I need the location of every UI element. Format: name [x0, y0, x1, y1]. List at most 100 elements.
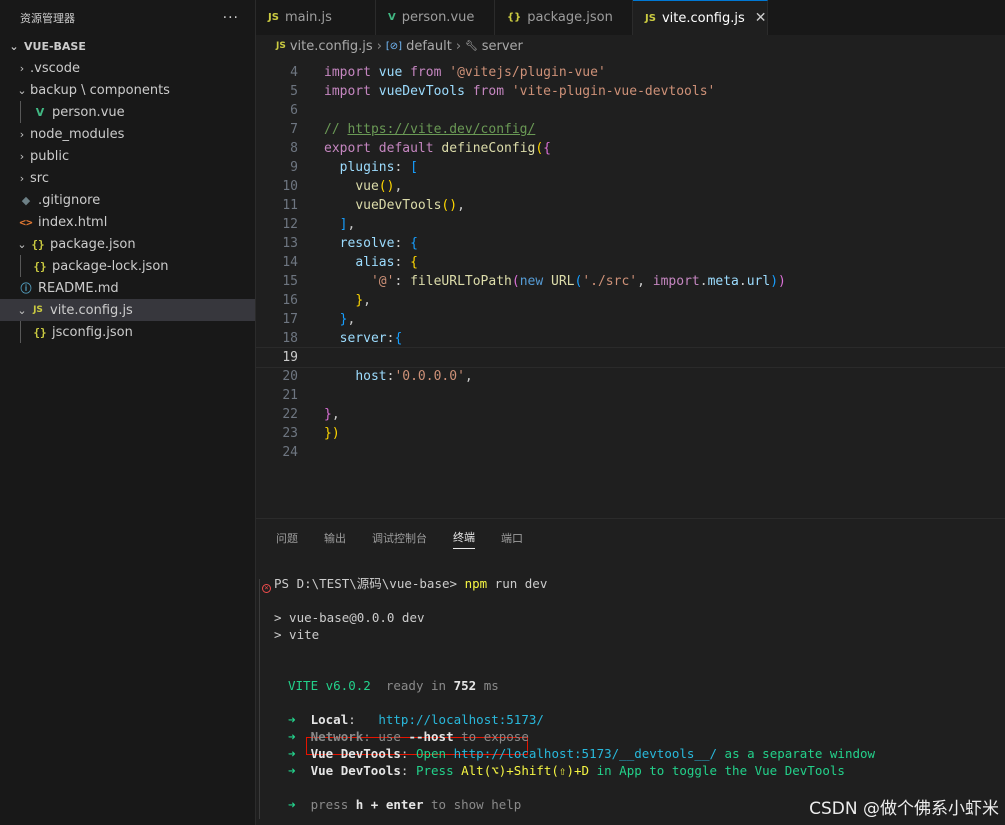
code-line[interactable]: 5 import vueDevTools from 'vite-plugin-vu…: [256, 82, 1005, 101]
code-text: },: [355, 293, 371, 308]
breadcrumb-default[interactable]: default: [406, 39, 452, 54]
chevron-down-icon: ⌄: [17, 237, 27, 251]
breadcrumb-separator-icon: ›: [455, 38, 462, 54]
file-type-icon: ⓘ: [20, 282, 32, 295]
code-text: server:{: [339, 331, 403, 346]
code-text: vueDevTools(),: [355, 198, 465, 213]
tree-item[interactable]: ⌄ {} package.json: [0, 233, 255, 255]
explorer-header: 资源管理器 ···: [0, 0, 255, 35]
breadcrumb-separator-icon: ›: [376, 38, 382, 54]
line-number: 14: [282, 255, 298, 270]
tree-item-label: package-lock.json: [52, 258, 169, 274]
code-line[interactable]: 18 server:{: [256, 329, 1005, 348]
tree-item[interactable]: › .vscode: [0, 57, 255, 79]
editor-tab[interactable]: JS vite.config.js ✕: [633, 0, 768, 35]
tree-item[interactable]: › public: [0, 145, 255, 167]
file-type-icon: V: [35, 105, 45, 119]
code-text: }): [324, 426, 340, 441]
project-root-folder[interactable]: ⌄ VUE-BASE: [0, 35, 255, 57]
chevron-right-icon: ›: [19, 149, 25, 163]
code-line[interactable]: 8 export default defineConfig({: [256, 139, 1005, 158]
file-type-icon: JS: [33, 305, 43, 315]
code-line[interactable]: 19: [256, 347, 1005, 368]
line-number: 10: [282, 179, 298, 194]
chevron-right-icon: ›: [19, 127, 25, 141]
panel-tab[interactable]: 终端: [453, 529, 475, 549]
tree-item-label: node_modules: [30, 126, 125, 142]
project-name: VUE-BASE: [24, 39, 86, 53]
panel-tab[interactable]: 问题: [276, 530, 298, 549]
code-line[interactable]: 17 },: [256, 310, 1005, 329]
code-line[interactable]: 11 vueDevTools(),: [256, 196, 1005, 215]
code-text: },: [324, 407, 340, 422]
editor-tab[interactable]: Vperson.vue: [376, 0, 495, 35]
file-tree: › .vscode ⌄ backup \ components Vperson.vue ›…: [0, 57, 255, 343]
code-line[interactable]: 13 resolve: {: [256, 234, 1005, 253]
code-text: import vueDevTools from 'vite-plugin-vue…: [324, 84, 716, 99]
tree-item[interactable]: ⓘ README.md: [0, 277, 255, 299]
indent-guide: [20, 101, 21, 123]
tab-label: vite.config.js: [661, 10, 745, 26]
line-number: 18: [282, 331, 298, 346]
panel-tab[interactable]: 输出: [324, 530, 346, 549]
terminal-line: ➜ press h + enter to show help: [288, 797, 522, 812]
line-number: 7: [290, 122, 298, 137]
tree-item[interactable]: ◆ .gitignore: [0, 189, 255, 211]
panel-tab[interactable]: 端口: [501, 530, 523, 549]
tree-item-label: index.html: [38, 214, 108, 230]
close-tab-icon[interactable]: ✕: [755, 10, 767, 26]
breadcrumb-server[interactable]: server: [482, 39, 523, 54]
code-text: ],: [339, 217, 356, 232]
panel-tab-bar: 问题 输出 调试控制台 终端 端口: [256, 519, 1005, 559]
line-number: 19: [282, 350, 298, 365]
code-text: resolve: {: [339, 236, 418, 251]
editor-tab[interactable]: {} package.json: [495, 0, 633, 35]
code-line[interactable]: 7 // https://vite.dev/config/: [256, 120, 1005, 139]
line-number: 12: [282, 217, 298, 232]
code-line[interactable]: 16 },: [256, 291, 1005, 310]
line-number: 16: [282, 293, 298, 308]
code-editor[interactable]: 4 import vue from '@vitejs/plugin-vue' 5 im…: [256, 57, 1005, 512]
tree-item-label: public: [30, 148, 70, 164]
error-status-icon[interactable]: ×: [262, 584, 271, 593]
tree-item-label: .vscode: [30, 60, 80, 76]
tree-item[interactable]: › node_modules: [0, 123, 255, 145]
file-type-icon: {}: [33, 325, 47, 339]
code-line[interactable]: 21: [256, 386, 1005, 405]
tree-item-label: vite.config.js: [50, 302, 133, 318]
code-line[interactable]: 23}): [256, 424, 1005, 443]
explorer-sidebar: 资源管理器 ··· ⌄ VUE-BASE › .vscode ⌄ backup \ c…: [0, 0, 256, 825]
editor-tab[interactable]: JS main.js: [256, 0, 376, 35]
tab-label: main.js: [284, 10, 332, 25]
tree-item[interactable]: ⌄ backup \ components: [0, 79, 255, 101]
code-line[interactable]: 4 import vue from '@vitejs/plugin-vue': [256, 63, 1005, 82]
file-type-icon: {}: [33, 259, 47, 273]
code-line[interactable]: 15 '@': fileURLToPath(new URL('./src', i…: [256, 272, 1005, 291]
code-line[interactable]: 9 plugins: [: [256, 158, 1005, 177]
code-line[interactable]: 20 host:'0.0.0.0',: [256, 367, 1005, 386]
more-actions-icon[interactable]: ···: [223, 10, 239, 26]
tree-item[interactable]: {} package-lock.json: [0, 255, 255, 277]
code-line[interactable]: 22},: [256, 405, 1005, 424]
tree-item[interactable]: <> index.html: [0, 211, 255, 233]
bottom-panel: 问题 输出 调试控制台 终端 端口 × PS D:\TEST\源码\vue-base> …: [256, 518, 1005, 825]
tree-item-label: package.json: [50, 236, 136, 252]
code-line[interactable]: 24: [256, 443, 1005, 462]
chevron-right-icon: ›: [19, 171, 25, 185]
line-number: 17: [282, 312, 298, 327]
tree-item[interactable]: › src: [0, 167, 255, 189]
tree-item[interactable]: {} jsconfig.json: [0, 321, 255, 343]
code-line[interactable]: 14 alias: {: [256, 253, 1005, 272]
line-number: 20: [282, 369, 298, 384]
chevron-right-icon: ›: [19, 61, 25, 75]
terminal-line: VITE v6.0.2 ready in 752 ms: [288, 678, 499, 693]
tree-item[interactable]: Vperson.vue: [0, 101, 255, 123]
code-line[interactable]: 12 ],: [256, 215, 1005, 234]
line-number: 4: [290, 65, 298, 80]
code-line[interactable]: 10 vue(),: [256, 177, 1005, 196]
code-line[interactable]: 6: [256, 101, 1005, 120]
tree-item[interactable]: ⌄ JS vite.config.js: [0, 299, 255, 321]
terminal-line: > vite: [274, 627, 320, 642]
breadcrumb-file[interactable]: vite.config.js: [290, 39, 373, 54]
panel-tab[interactable]: 调试控制台: [372, 530, 427, 549]
